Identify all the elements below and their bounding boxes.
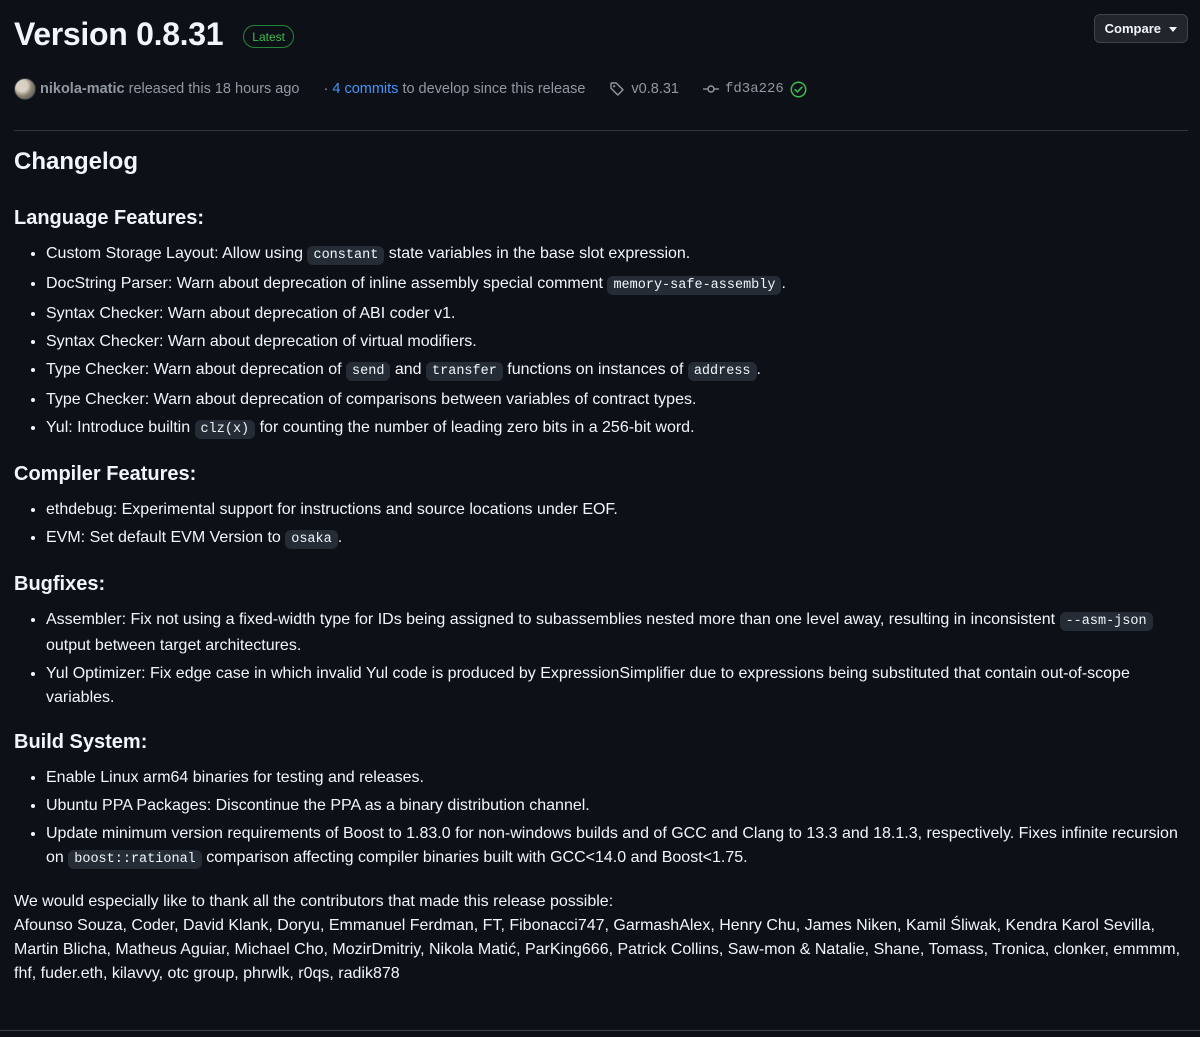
commits-suffix: to develop since this release xyxy=(402,81,586,97)
list-item: EVM: Set default EVM Version to osaka. xyxy=(46,526,1186,552)
release-notes: Changelog Language Features: Custom Stor… xyxy=(14,146,1186,986)
inline-code: constant xyxy=(307,246,385,265)
compiler-features-heading: Compiler Features: xyxy=(14,463,197,485)
contributors-list: Afounso Souza, Coder, David Klank, Doryu… xyxy=(14,917,1181,982)
list-item: Enable Linux arm64 binaries for testing … xyxy=(46,766,1186,790)
footer-divider xyxy=(0,1030,1200,1031)
release-title-row: Version 0.8.31 Latest xyxy=(14,16,294,53)
bugfixes-heading: Bugfixes: xyxy=(14,573,106,595)
list-item: Yul: Introduce builtin clz(x) for counti… xyxy=(46,416,1186,442)
inline-code: clz(x) xyxy=(194,420,256,439)
commit-link[interactable]: fd3a226 xyxy=(703,81,807,98)
tag-link[interactable]: v0.8.31 xyxy=(609,81,679,97)
release-meta: nikola-matic released this 18 hours ago … xyxy=(14,78,807,100)
inline-code: --asm-json xyxy=(1059,612,1153,631)
list-item: Custom Storage Layout: Allow using const… xyxy=(46,242,1186,268)
build-system-heading: Build System: xyxy=(14,731,148,753)
check-circle-icon[interactable] xyxy=(790,81,807,98)
inline-code: osaka xyxy=(285,530,338,549)
list-item: Syntax Checker: Warn about deprecation o… xyxy=(46,330,1186,354)
latest-badge: Latest xyxy=(243,25,294,48)
tag-icon xyxy=(610,82,625,96)
meta-separator: · xyxy=(323,81,329,97)
compare-button[interactable]: Compare xyxy=(1093,14,1188,43)
release-title[interactable]: Version 0.8.31 xyxy=(14,16,224,53)
list-item: Ubuntu PPA Packages: Discontinue the PPA… xyxy=(46,794,1186,818)
header-divider xyxy=(14,130,1188,131)
list-item: Type Checker: Warn about deprecation of … xyxy=(46,388,1186,412)
released-text: released this 18 hours ago xyxy=(128,81,300,97)
language-features-list: Custom Storage Layout: Allow using const… xyxy=(14,242,1186,442)
inline-code: send xyxy=(346,362,391,381)
avatar[interactable] xyxy=(14,78,36,100)
commits-link[interactable]: 4 commits xyxy=(332,81,398,97)
list-item: Yul Optimizer: Fix edge case in which in… xyxy=(46,662,1186,710)
list-item: Syntax Checker: Warn about deprecation o… xyxy=(46,302,1186,326)
commit-sha: fd3a226 xyxy=(725,81,784,97)
list-item: Type Checker: Warn about deprecation of … xyxy=(46,358,1186,384)
inline-code: boost::rational xyxy=(68,850,202,869)
triangle-down-icon xyxy=(1169,26,1177,32)
list-item: Assembler: Fix not using a fixed-width t… xyxy=(46,608,1186,658)
author-link[interactable]: nikola-matic xyxy=(40,81,125,97)
changelog-heading: Changelog xyxy=(14,148,138,175)
compare-label: Compare xyxy=(1104,21,1161,36)
git-commit-icon xyxy=(703,85,719,93)
list-item: Update minimum version requirements of B… xyxy=(46,822,1186,872)
list-item: DocString Parser: Warn about deprecation… xyxy=(46,272,1186,298)
bugfixes-list: Assembler: Fix not using a fixed-width t… xyxy=(14,608,1186,710)
list-item: ethdebug: Experimental support for instr… xyxy=(46,498,1186,522)
inline-code: transfer xyxy=(426,362,503,381)
compiler-features-list: ethdebug: Experimental support for instr… xyxy=(14,498,1186,552)
language-features-heading: Language Features: xyxy=(14,207,205,229)
build-system-list: Enable Linux arm64 binaries for testing … xyxy=(14,766,1186,872)
tag-label: v0.8.31 xyxy=(631,81,679,97)
inline-code: memory-safe-assembly xyxy=(607,276,782,295)
thanks-intro: We would especially like to thank all th… xyxy=(14,893,614,910)
inline-code: address xyxy=(687,362,757,381)
